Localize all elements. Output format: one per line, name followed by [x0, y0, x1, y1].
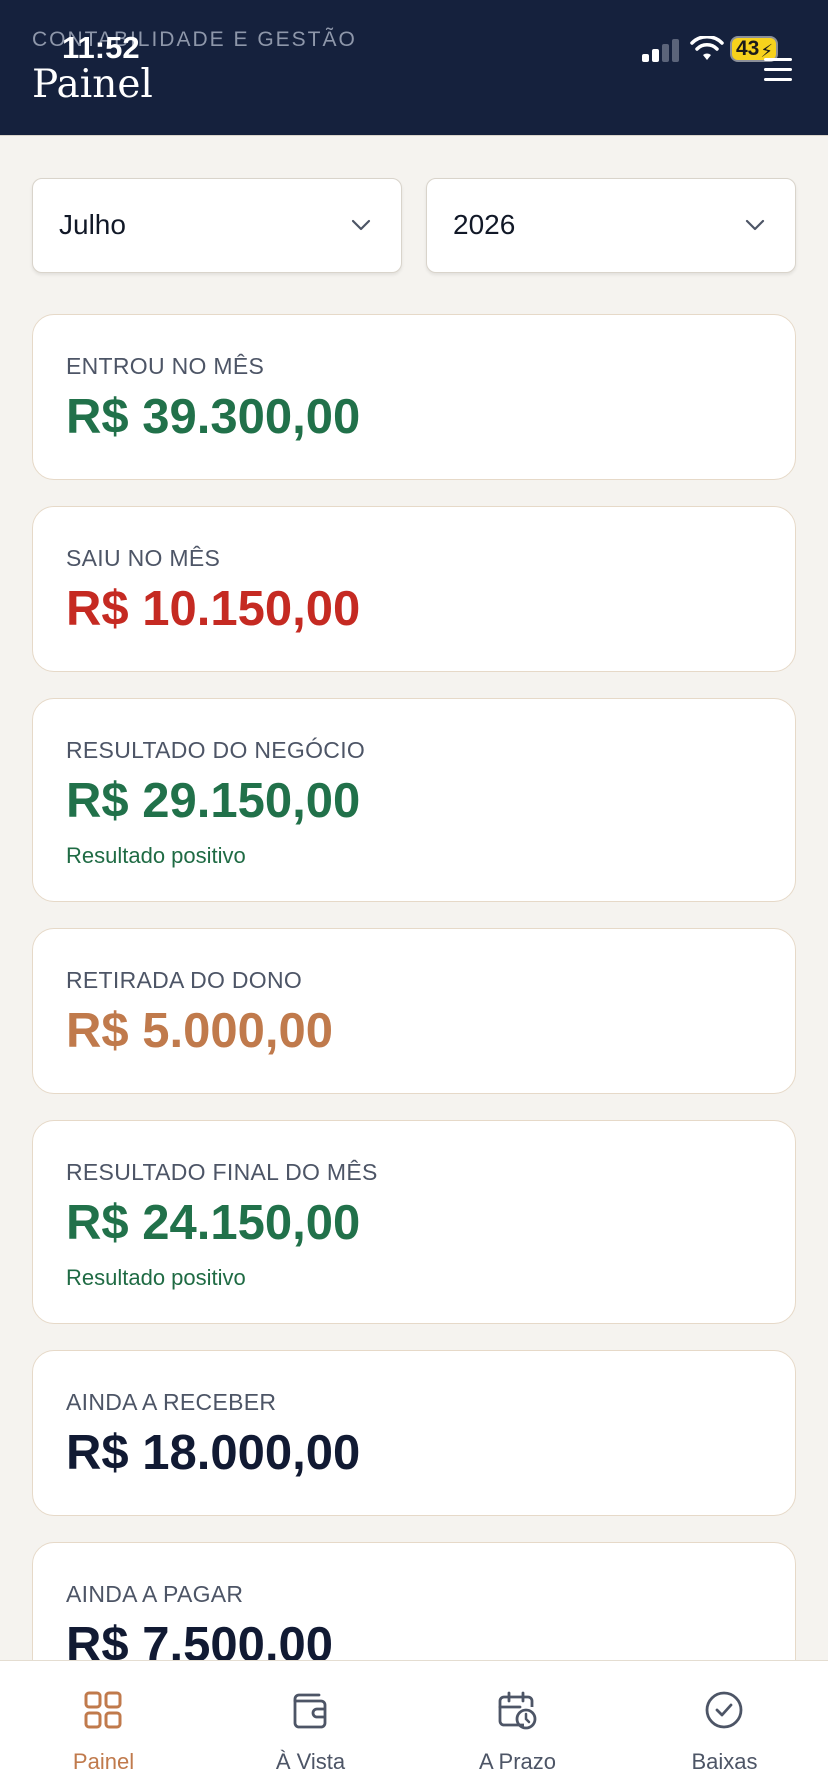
app-header: CONTABILIDADE E GESTÃO 11:52 Painel 43 ⚡ [0, 0, 828, 136]
card-label: AINDA A RECEBER [66, 1389, 277, 1415]
card-value: R$ 18.000,00 [66, 1426, 361, 1480]
card-a-receber: AINDA A RECEBER R$ 18.000,00 [32, 1350, 796, 1516]
card-value: R$ 5.000,00 [66, 1004, 333, 1058]
nav-label: À Vista [275, 1749, 346, 1774]
card-value: R$ 10.150,00 [66, 582, 361, 636]
card-label: ENTROU NO MÊS [66, 353, 265, 379]
card-label: RETIRADA DO DONO [66, 967, 303, 993]
status-time: 11:52 [62, 30, 140, 65]
card-note: Resultado positivo [66, 1265, 246, 1290]
menu-button[interactable] [764, 58, 794, 82]
page-title: Painel [32, 62, 153, 107]
app-screen: CONTABILIDADE E GESTÃO 11:52 Painel 43 ⚡ [0, 0, 828, 1792]
nav-label: Painel [72, 1749, 135, 1774]
card-note: Resultado positivo [66, 843, 246, 868]
calendar-clock-icon [498, 1691, 537, 1730]
year-select-value: 2026 [453, 209, 516, 240]
card-entrou: ENTROU NO MÊS R$ 39.300,00 [32, 314, 796, 480]
nav-item-painel[interactable]: Painel [0, 1661, 207, 1792]
card-saiu: SAIU NO MÊS R$ 10.150,00 [32, 506, 796, 672]
battery-level: 43 [736, 37, 760, 60]
nav-item-a-prazo[interactable]: A Prazo [414, 1661, 621, 1792]
chevron-down-icon [351, 219, 371, 231]
grid-icon [84, 1691, 122, 1729]
card-retirada-dono: RETIRADA DO DONO R$ 5.000,00 [32, 928, 796, 1094]
card-value: R$ 24.150,00 [66, 1196, 361, 1250]
card-label: SAIU NO MÊS [66, 545, 221, 571]
nav-label: Baixas [691, 1749, 758, 1774]
wallet-icon [293, 1693, 327, 1729]
nav-label: A Prazo [478, 1749, 557, 1774]
chevron-down-icon [745, 219, 765, 231]
month-select-value: Julho [59, 209, 126, 240]
check-circle-icon [705, 1691, 743, 1729]
card-value: R$ 39.300,00 [66, 390, 361, 444]
month-select[interactable]: Julho [32, 178, 402, 273]
nav-item-baixas[interactable]: Baixas [621, 1661, 828, 1792]
card-label: AINDA A PAGAR [66, 1581, 244, 1607]
card-label: RESULTADO FINAL DO MÊS [66, 1159, 378, 1185]
signal-icon [642, 38, 680, 62]
nav-item-a-vista[interactable]: À Vista [207, 1661, 414, 1792]
wifi-icon [690, 36, 724, 60]
card-label: RESULTADO DO NEGÓCIO [66, 737, 366, 763]
bottom-nav: Painel À Vista A Prazo Baixas [0, 1660, 828, 1792]
card-value: R$ 29.150,00 [66, 774, 361, 828]
card-resultado-final: RESULTADO FINAL DO MÊS R$ 24.150,00 Resu… [32, 1120, 796, 1324]
year-select[interactable]: 2026 [426, 178, 796, 273]
card-resultado-negocio: RESULTADO DO NEGÓCIO R$ 29.150,00 Result… [32, 698, 796, 902]
